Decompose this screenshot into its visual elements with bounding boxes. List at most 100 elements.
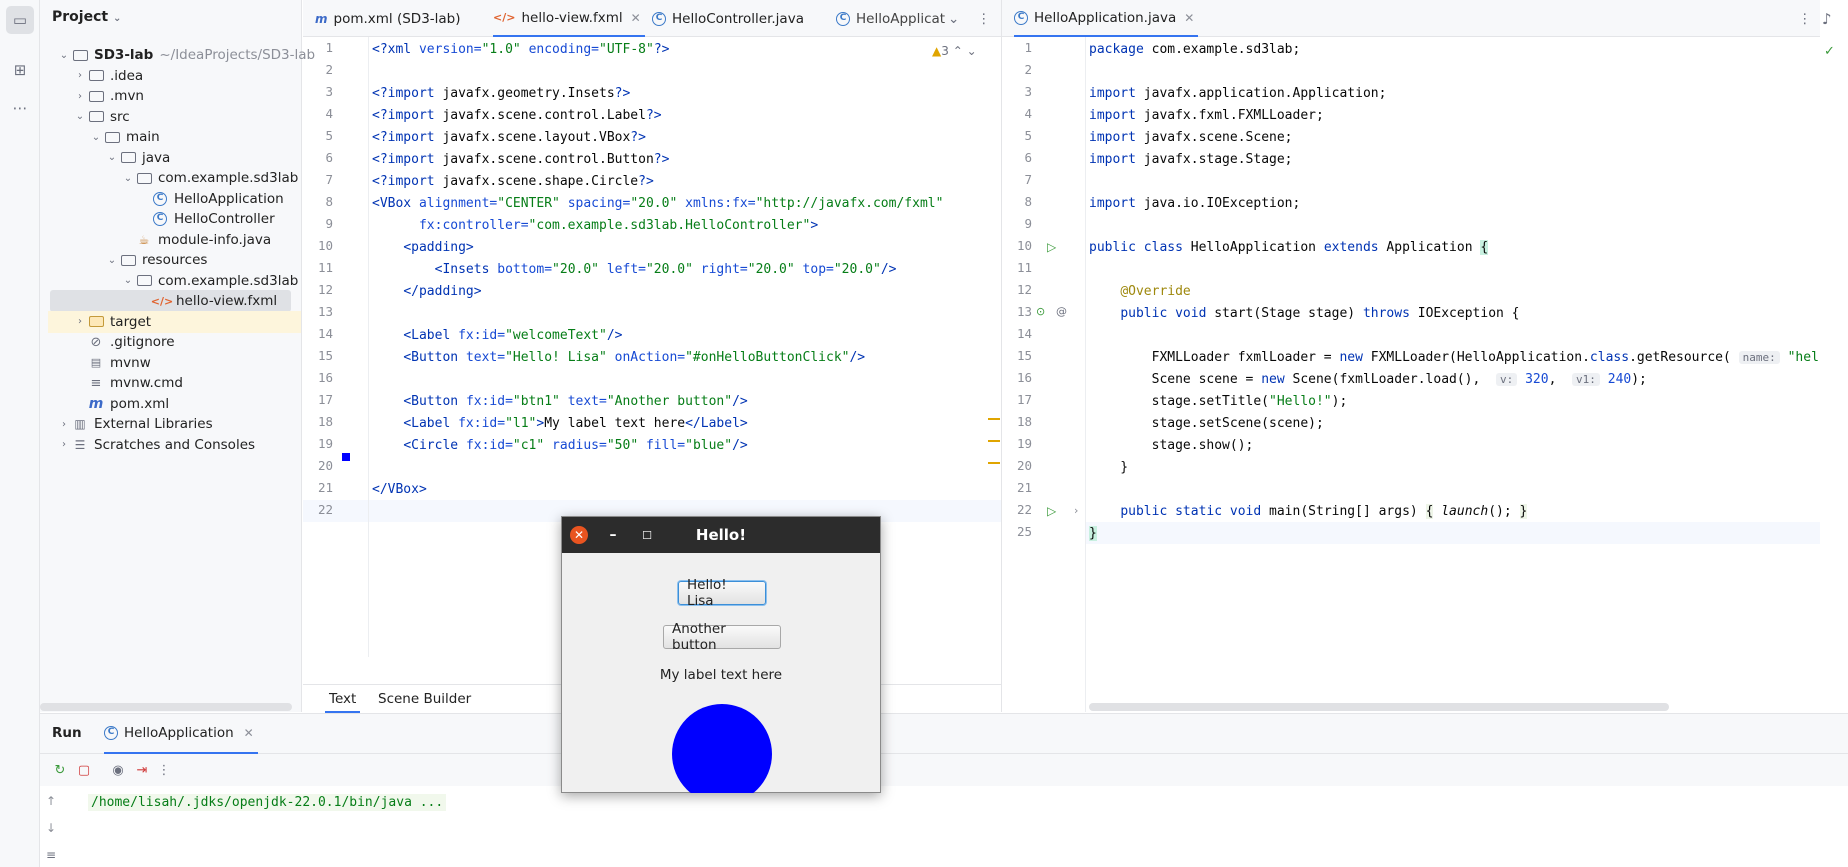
window-titlebar[interactable]: ✕ – ☐ Hello! [562,517,880,553]
java-editor[interactable]: package com.example.sd3lab; import javaf… [1089,39,1819,679]
tree-item[interactable]: ⌄ SD3-lab ~/IdeaProjects/SD3-lab [48,44,315,66]
run-tab[interactable]: C HelloApplication ✕ [104,714,258,754]
line-number: 15 [1016,348,1032,363]
tree-item[interactable]: › ☰ Scratches and Consoles [48,434,301,456]
line-number: 9 [325,216,333,231]
run-icon[interactable]: ▷ [1047,504,1056,518]
line-number: 15 [317,348,333,363]
chevron-down-icon[interactable]: ⌄ [56,50,72,61]
chevron-up-icon[interactable]: ⌃ [953,44,963,58]
another-button[interactable]: Another button [663,621,781,653]
line-number: 16 [1016,370,1032,385]
tree-item[interactable]: ⌄ src [48,106,301,128]
line-number: 20 [1016,458,1032,473]
more-icon[interactable]: ⋮ [154,760,174,780]
chevron-down-icon[interactable]: ⌄ [104,152,120,163]
tab-hello-application[interactable]: C HelloApplicat [836,0,945,37]
at-icon[interactable]: @ [1056,305,1067,318]
tree-item[interactable]: </> hello-view.fxml [50,290,291,312]
tab-hello-view-fxml[interactable]: </> hello-view.fxml ✕ [493,0,645,37]
folder-icon [88,69,104,83]
chevron-down-icon[interactable]: ⌄ [967,44,977,58]
camera-icon[interactable]: ◉ [108,760,128,780]
minimize-icon[interactable]: – [604,526,622,544]
chevron-down-icon[interactable]: ⌄ [120,173,136,184]
line-number: 10 [317,238,333,253]
line-number: 2 [325,62,333,77]
tree-item[interactable]: ⊘ .gitignore [48,331,301,353]
folder-icon [120,151,136,165]
structure-icon[interactable]: ⊞ [6,56,34,84]
chevron-right-icon[interactable]: › [56,419,72,430]
window-title: Hello! [695,526,747,544]
run-title[interactable]: Run [52,725,82,741]
folder-icon[interactable]: ▭ [6,6,34,34]
fold-icon[interactable]: › [1074,504,1078,517]
close-icon[interactable]: ✕ [1184,11,1194,25]
tab-text[interactable]: Text [325,685,361,713]
tree-item-label: module-info.java [158,231,272,248]
tree-item-label: com.example.sd3lab [158,170,299,186]
close-icon[interactable]: ✕ [244,726,254,740]
chevron-down-icon[interactable]: ⌄ [104,255,120,266]
tree-item[interactable]: › ▥ External Libraries [48,413,301,435]
wrap-icon[interactable]: ≡ [46,848,56,862]
close-icon[interactable]: ✕ [570,526,588,544]
bell-icon[interactable]: ♪ [1822,10,1832,28]
tree-item[interactable]: ⌄ java [48,147,301,169]
chevron-right-icon[interactable]: › [72,70,88,81]
chevron-down-icon[interactable]: ⌄ [72,111,88,122]
tree-item[interactable]: C HelloApplication [48,188,301,210]
color-swatch-icon[interactable] [342,453,350,461]
tree-item[interactable]: ▤ mvnw [48,352,301,374]
tab-pom-xml[interactable]: m pom.xml (SD3-lab) [315,0,461,37]
tree-item[interactable]: › .mvn [48,85,301,107]
tab-scene-builder[interactable]: Scene Builder [378,685,471,713]
line-number: 5 [1024,128,1032,143]
tree-item-label: hello-view.fxml [176,293,278,309]
more-icon[interactable]: ⋮ [1798,0,1812,37]
line-number: 17 [317,392,333,407]
project-title[interactable]: Project ⌄ [52,9,121,25]
tree-item-label: mvnw.cmd [110,375,183,391]
tree-item[interactable]: ⌄ com.example.sd3lab [48,167,301,189]
chevron-down-icon[interactable]: ⌄ [120,275,136,286]
class-icon: C [652,11,666,26]
tree-item[interactable]: ☕ module-info.java [48,229,301,251]
stop-icon[interactable]: ▢ [74,760,94,780]
class-icon: C [1014,10,1028,25]
run-icon[interactable]: ▷ [1047,240,1056,254]
chevron-down-icon[interactable]: ⌄ [88,132,104,143]
tree-item[interactable]: › target [48,310,301,333]
tree-item[interactable]: ⌄ com.example.sd3lab [48,270,301,292]
arrow-down-icon[interactable]: ↓ [46,821,56,835]
rerun-icon[interactable]: ↻ [50,760,70,780]
tree-item[interactable]: ≡ mvnw.cmd [48,372,301,394]
more-icon[interactable]: ⋯ [6,94,34,122]
override-icon[interactable]: ⊙ [1036,305,1045,318]
chevron-right-icon[interactable]: › [72,91,88,102]
tabs-dropdown-icon[interactable]: ⌄ [948,0,959,37]
line-number: 14 [317,326,333,341]
chevron-down-icon[interactable]: ⌄ [113,13,121,24]
close-icon[interactable]: ✕ [631,11,641,25]
fxml-editor[interactable]: <?xml version="1.0" encoding="UTF-8"?> <… [372,39,992,497]
arrow-up-icon[interactable]: ↑ [46,794,56,808]
tree-item-label: pom.xml [110,395,170,412]
chevron-right-icon[interactable]: › [56,439,72,450]
tree-item[interactable]: C HelloController [48,208,301,230]
line-number: 18 [317,414,333,429]
warning-indicator[interactable]: ▲3 ⌃ ⌄ [932,44,977,58]
more-icon[interactable]: ⋮ [977,0,991,37]
tree-item[interactable]: m pom.xml [48,393,301,415]
exit-icon[interactable]: ⇥ [132,760,152,780]
tab-hello-application-java[interactable]: C HelloApplication.java ✕ [1014,0,1199,37]
hello-button[interactable]: Hello! Lisa [678,577,766,609]
tree-item[interactable]: › .idea [48,65,301,87]
tab-hello-controller[interactable]: C HelloController.java [652,0,804,37]
tree-item[interactable]: ⌄ resources [48,249,301,271]
maximize-icon[interactable]: ☐ [638,526,656,544]
line-number: 8 [1024,194,1032,209]
chevron-right-icon[interactable]: › [72,316,88,327]
tree-item[interactable]: ⌄ main [48,126,301,148]
